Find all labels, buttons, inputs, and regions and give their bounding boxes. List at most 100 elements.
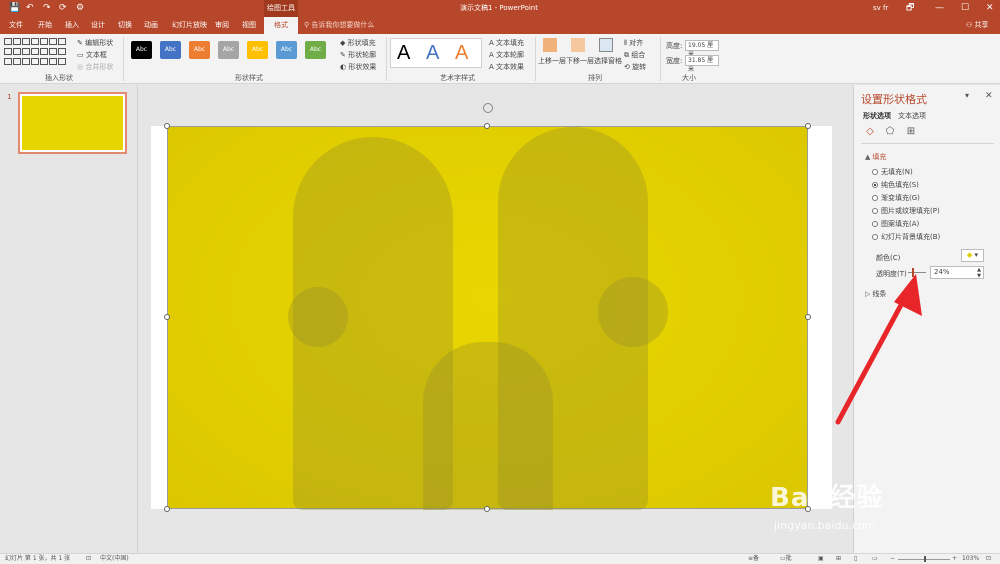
width-input[interactable]: 31.85 厘米 — [685, 55, 719, 73]
user-name[interactable]: sv fr — [873, 0, 888, 17]
fill-option-picture[interactable]: 图片或纹理填充(P) — [872, 206, 940, 216]
selected-picture[interactable] — [167, 126, 808, 510]
comments-button[interactable]: ▭ 批注 — [780, 554, 792, 564]
height-input[interactable]: 19.05 厘米 — [685, 40, 719, 58]
transparency-value: 24% — [934, 268, 950, 276]
resize-handle-w[interactable] — [164, 314, 170, 320]
close-button[interactable]: ✕ — [986, 0, 994, 17]
shape-effects-label: 形状效果 — [348, 63, 377, 71]
send-backward-button[interactable]: 下移一层 — [566, 56, 594, 66]
wordart-style-2[interactable]: A — [426, 42, 439, 65]
text-outline-button[interactable]: A 文本轮廓 — [489, 50, 524, 60]
share-button[interactable]: ⚇ 共享 — [966, 17, 989, 34]
merge-shapes-button[interactable]: ◎ 合并形状 — [77, 62, 113, 72]
text-fill-button[interactable]: A 文本填充 — [489, 38, 524, 48]
shape-fill-button[interactable]: ◆ 形状填充 — [340, 38, 376, 48]
tab-text-options[interactable]: 文本选项 — [898, 111, 926, 121]
merge-shapes-label: 合并形状 — [85, 63, 114, 71]
ribbon-display-options-icon[interactable]: 🗗 — [906, 0, 914, 17]
text-box-label: 文本框 — [85, 51, 107, 59]
repeat-icon[interactable]: ⟳ — [59, 2, 67, 14]
pane-close-icon[interactable]: ✕ — [985, 91, 993, 101]
resize-handle-nw[interactable] — [164, 123, 170, 129]
shape-style-swatch-1[interactable]: Abc — [131, 41, 152, 59]
align-button[interactable]: ⫴ 对齐 — [624, 38, 643, 48]
fit-to-window-icon[interactable]: ⊡ — [986, 554, 991, 564]
fill-option-slide-background[interactable]: 幻灯片背景填充(B) — [872, 232, 940, 242]
fill-line-icon[interactable]: ◇ — [864, 126, 876, 138]
tab-home[interactable]: 开始 — [36, 17, 54, 34]
save-icon[interactable]: 💾 — [9, 2, 20, 14]
shape-style-swatch-4[interactable]: Abc — [218, 41, 239, 59]
wordart-style-3[interactable]: A — [455, 42, 468, 65]
normal-view-icon[interactable]: ▣ — [818, 554, 824, 564]
reading-view-icon[interactable]: ▯ — [854, 554, 857, 564]
fill-section-label: 填充 — [872, 153, 887, 161]
undo-icon[interactable]: ↶ — [26, 2, 34, 14]
tab-view[interactable]: 视图 — [240, 17, 258, 34]
slide-sorter-icon[interactable]: ⊞ — [836, 554, 841, 564]
tab-review[interactable]: 审阅 — [213, 17, 231, 34]
shape-effects-button[interactable]: ◐ 形状效果 — [340, 62, 376, 72]
zoom-slider-thumb[interactable] — [924, 556, 926, 562]
text-box-button[interactable]: ▭ 文本框 — [77, 50, 107, 60]
minimize-button[interactable]: — — [935, 0, 944, 17]
tell-me-search[interactable]: ⚲ 告诉我你想要做什么 — [304, 17, 374, 34]
tab-slideshow[interactable]: 幻灯片放映 — [170, 17, 209, 34]
resize-handle-s[interactable] — [484, 506, 490, 512]
selection-pane-button[interactable]: 选择窗格 — [594, 56, 622, 66]
zoom-in-icon[interactable]: + — [952, 554, 957, 564]
fill-option-pattern[interactable]: 图案填充(A) — [872, 219, 919, 229]
spinner-icon[interactable]: ▲ ▼ — [977, 267, 981, 279]
text-effects-label: 文本效果 — [496, 63, 525, 71]
notes-button[interactable]: ≡ 备注 — [748, 554, 759, 564]
shape-outline-button[interactable]: ✎ 形状轮廓 — [340, 50, 376, 60]
tab-design[interactable]: 设计 — [89, 17, 107, 34]
resize-handle-e[interactable] — [805, 314, 811, 320]
rotate-handle[interactable] — [483, 103, 493, 113]
tab-insert[interactable]: 插入 — [63, 17, 81, 34]
shape-style-swatch-7[interactable]: Abc — [305, 41, 326, 59]
bring-forward-icon — [543, 38, 557, 52]
fill-section-header[interactable]: ▲ 填充 — [865, 152, 886, 162]
resize-handle-sw[interactable] — [164, 506, 170, 512]
tab-animations[interactable]: 动画 — [142, 17, 160, 34]
language-indicator[interactable]: 中文(中国) — [100, 554, 129, 564]
fill-color-picker[interactable]: ◆ ▾ — [961, 249, 984, 262]
size-properties-icon[interactable]: ⊞ — [905, 126, 917, 138]
redo-icon[interactable]: ↷ — [43, 2, 51, 14]
tab-file[interactable]: 文件 — [7, 17, 25, 34]
spellcheck-icon[interactable]: ⊡ — [86, 554, 91, 564]
customize-quick-access-icon[interactable]: ⚙ — [76, 2, 84, 14]
shape-style-swatch-3[interactable]: Abc — [189, 41, 210, 59]
resize-handle-n[interactable] — [484, 123, 490, 129]
fill-option-gradient[interactable]: 渐变填充(G) — [872, 193, 920, 203]
pane-options-icon[interactable]: ▾ — [965, 91, 969, 100]
maximize-button[interactable]: ☐ — [961, 0, 969, 17]
slideshow-view-icon[interactable]: ▭ — [872, 554, 878, 564]
bring-forward-button[interactable]: 上移一层 — [538, 56, 566, 66]
shape-style-swatch-6[interactable]: Abc — [276, 41, 297, 59]
ribbon: ✎ 编辑形状 ▭ 文本框 ◎ 合并形状 插入形状 Abc Abc Abc Abc… — [0, 34, 1000, 84]
paint-bucket-icon: ◆ — [966, 251, 973, 259]
tab-shape-options[interactable]: 形状选项 — [863, 111, 891, 121]
transparency-input[interactable]: 24% ▲ ▼ — [930, 266, 984, 279]
zoom-level[interactable]: 103% — [962, 554, 979, 564]
shape-style-swatch-2[interactable]: Abc — [160, 41, 181, 59]
wordart-style-1[interactable]: A — [397, 42, 410, 65]
text-effects-button[interactable]: A 文本效果 — [489, 62, 524, 72]
slide-thumbnail[interactable] — [18, 92, 127, 154]
rotate-button[interactable]: ⟲ 旋转 — [624, 62, 646, 72]
resize-handle-ne[interactable] — [805, 123, 811, 129]
effects-icon[interactable]: ⬠ — [884, 126, 896, 138]
fill-option-solid[interactable]: 纯色填充(S) — [872, 180, 919, 190]
group-button[interactable]: ⧉ 组合 — [624, 50, 645, 60]
shape-style-swatch-5[interactable]: Abc — [247, 41, 268, 59]
tab-format[interactable]: 格式 — [264, 17, 298, 34]
shape-gallery[interactable] — [3, 37, 69, 67]
tab-transitions[interactable]: 切换 — [116, 17, 134, 34]
edit-shape-button[interactable]: ✎ 编辑形状 — [77, 38, 113, 48]
fill-option-none[interactable]: 无填充(N) — [872, 167, 913, 177]
fill-option-gradient-label: 渐变填充(G) — [881, 194, 920, 202]
zoom-out-icon[interactable]: − — [890, 554, 895, 564]
